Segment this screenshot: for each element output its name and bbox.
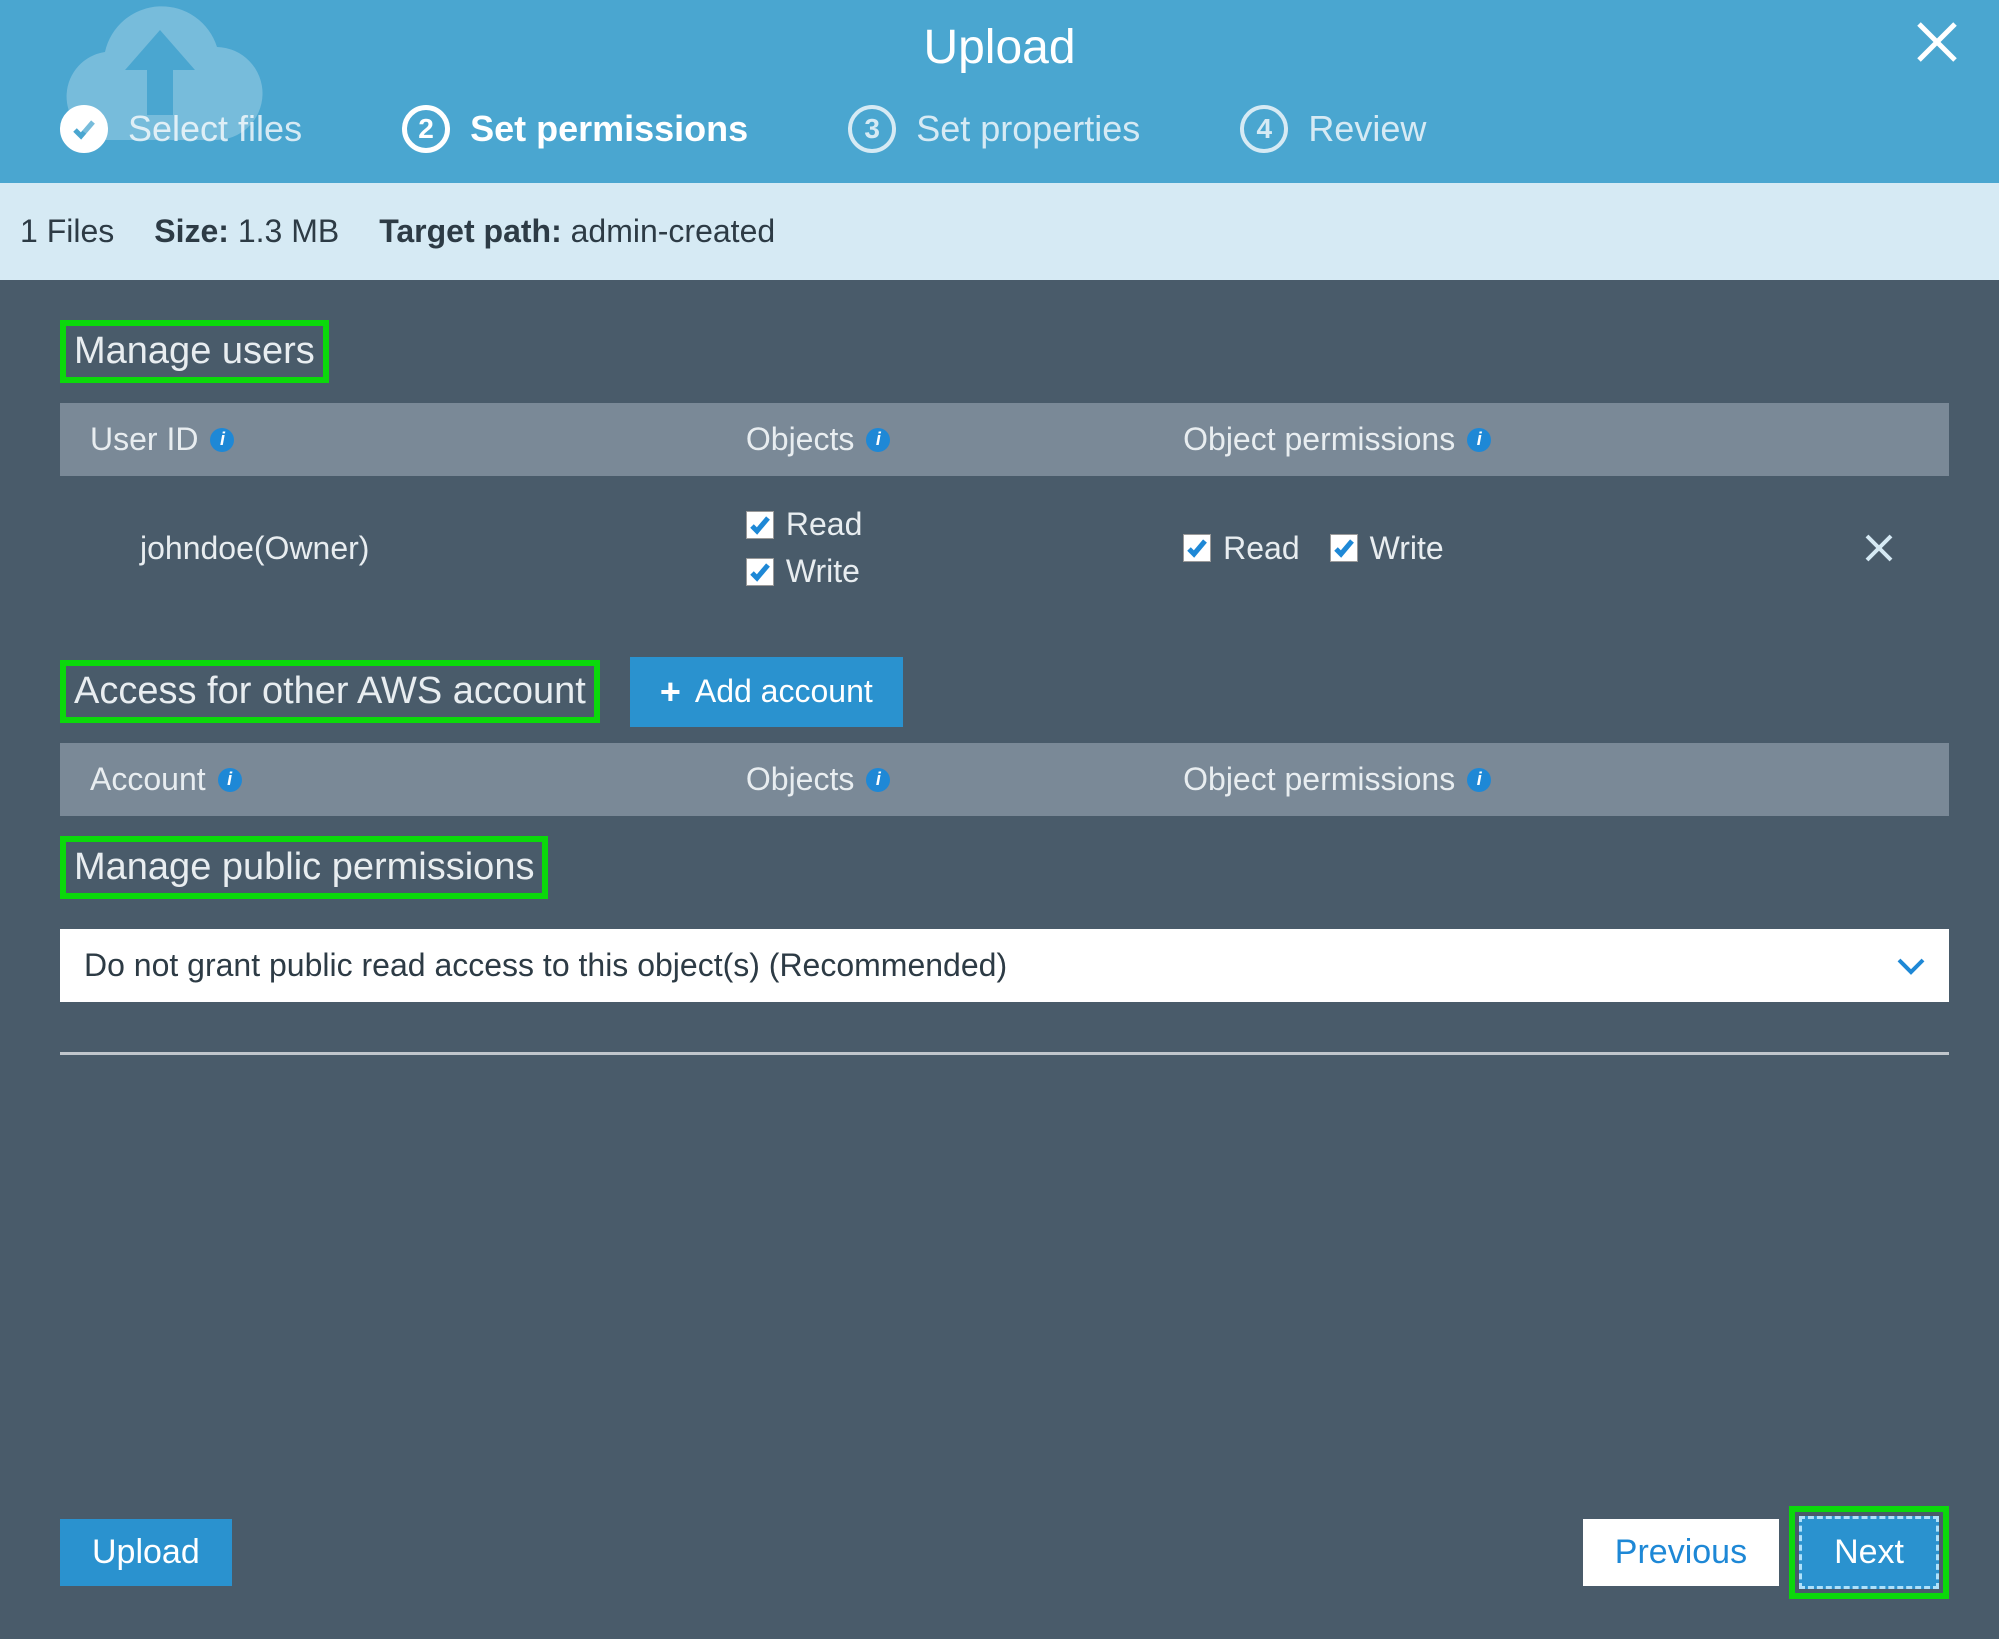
wizard-steps: Select files 2 Set permissions 3 Set pro…	[40, 105, 1959, 153]
accounts-table-header: Account i Objects i Object permissions i	[60, 743, 1949, 816]
objects-cell: Read Write	[746, 506, 1183, 590]
col-object-permissions: Object permissions i	[1183, 421, 1839, 458]
previous-button[interactable]: Previous	[1583, 1519, 1779, 1586]
public-perms-dropdown[interactable]: Do not grant public read access to this …	[60, 929, 1949, 1002]
info-icon[interactable]: i	[866, 768, 890, 792]
checkbox-icon	[746, 511, 774, 539]
check-icon	[60, 105, 108, 153]
user-cell: johndoe(Owner)	[90, 530, 746, 567]
info-bar: 1 Files Size: 1.3 MB Target path: admin-…	[0, 183, 1999, 280]
perms-read-check[interactable]: Read	[1183, 530, 1300, 567]
step-set-permissions[interactable]: 2 Set permissions	[402, 105, 748, 153]
size-info: Size: 1.3 MB	[154, 213, 339, 250]
checkbox-icon	[1183, 534, 1211, 562]
col-objects: Objects i	[746, 761, 1183, 798]
separator	[60, 1052, 1949, 1055]
next-button[interactable]: Next	[1799, 1516, 1939, 1589]
chevron-down-icon	[1897, 947, 1925, 984]
target-info: Target path: admin-created	[379, 213, 775, 250]
table-row: johndoe(Owner) Read Write Read W	[60, 476, 1949, 620]
perms-write-check[interactable]: Write	[1330, 530, 1444, 567]
file-count: 1 Files	[20, 213, 114, 250]
checkbox-icon	[1330, 534, 1358, 562]
step-number: 3	[848, 105, 896, 153]
step-label: Review	[1308, 108, 1426, 150]
step-number: 4	[1240, 105, 1288, 153]
aws-accounts-heading: Access for other AWS account	[60, 660, 600, 723]
remove-row-button[interactable]	[1839, 532, 1919, 564]
upload-modal: Upload Select files 2 Set permissions 3 …	[0, 0, 1999, 1639]
col-user-id: User ID i	[90, 421, 746, 458]
perms-cell: Read Write	[1183, 530, 1839, 567]
size-label: Size:	[154, 213, 229, 249]
info-icon[interactable]: i	[1467, 768, 1491, 792]
checkbox-icon	[746, 558, 774, 586]
upload-button[interactable]: Upload	[60, 1519, 232, 1586]
next-button-highlight: Next	[1789, 1506, 1949, 1599]
step-set-properties[interactable]: 3 Set properties	[848, 105, 1140, 153]
modal-footer: Upload Previous Next	[0, 1506, 1999, 1639]
step-label: Set properties	[916, 108, 1140, 150]
objects-write-check[interactable]: Write	[746, 553, 1183, 590]
col-objects: Objects i	[746, 421, 1183, 458]
info-icon[interactable]: i	[1467, 428, 1491, 452]
info-icon[interactable]: i	[218, 768, 242, 792]
public-perms-heading: Manage public permissions	[60, 836, 548, 899]
add-account-button[interactable]: + Add account	[630, 657, 903, 727]
size-value: 1.3 MB	[238, 213, 339, 249]
target-label: Target path:	[379, 213, 562, 249]
step-number: 2	[402, 105, 450, 153]
col-account: Account i	[90, 761, 746, 798]
modal-title: Upload	[40, 20, 1959, 75]
main-content: Manage users User ID i Objects i Object …	[0, 280, 1999, 1506]
close-button[interactable]	[1915, 20, 1959, 69]
objects-read-check[interactable]: Read	[746, 506, 1183, 543]
step-label: Set permissions	[470, 108, 748, 150]
col-object-permissions: Object permissions i	[1183, 761, 1839, 798]
users-table-header: User ID i Objects i Object permissions i	[60, 403, 1949, 476]
step-review[interactable]: 4 Review	[1240, 105, 1426, 153]
step-select-files[interactable]: Select files	[60, 105, 302, 153]
manage-users-heading: Manage users	[60, 320, 329, 383]
step-label: Select files	[128, 108, 302, 150]
info-icon[interactable]: i	[866, 428, 890, 452]
modal-header: Upload Select files 2 Set permissions 3 …	[0, 0, 1999, 183]
footer-right-buttons: Previous Next	[1583, 1506, 1949, 1599]
close-icon	[1915, 20, 1959, 64]
target-value: admin-created	[571, 213, 776, 249]
dropdown-selected: Do not grant public read access to this …	[84, 947, 1007, 984]
plus-icon: +	[660, 671, 681, 713]
info-icon[interactable]: i	[210, 428, 234, 452]
close-icon	[1863, 532, 1895, 564]
aws-accounts-header-row: Access for other AWS account + Add accou…	[60, 640, 1949, 743]
